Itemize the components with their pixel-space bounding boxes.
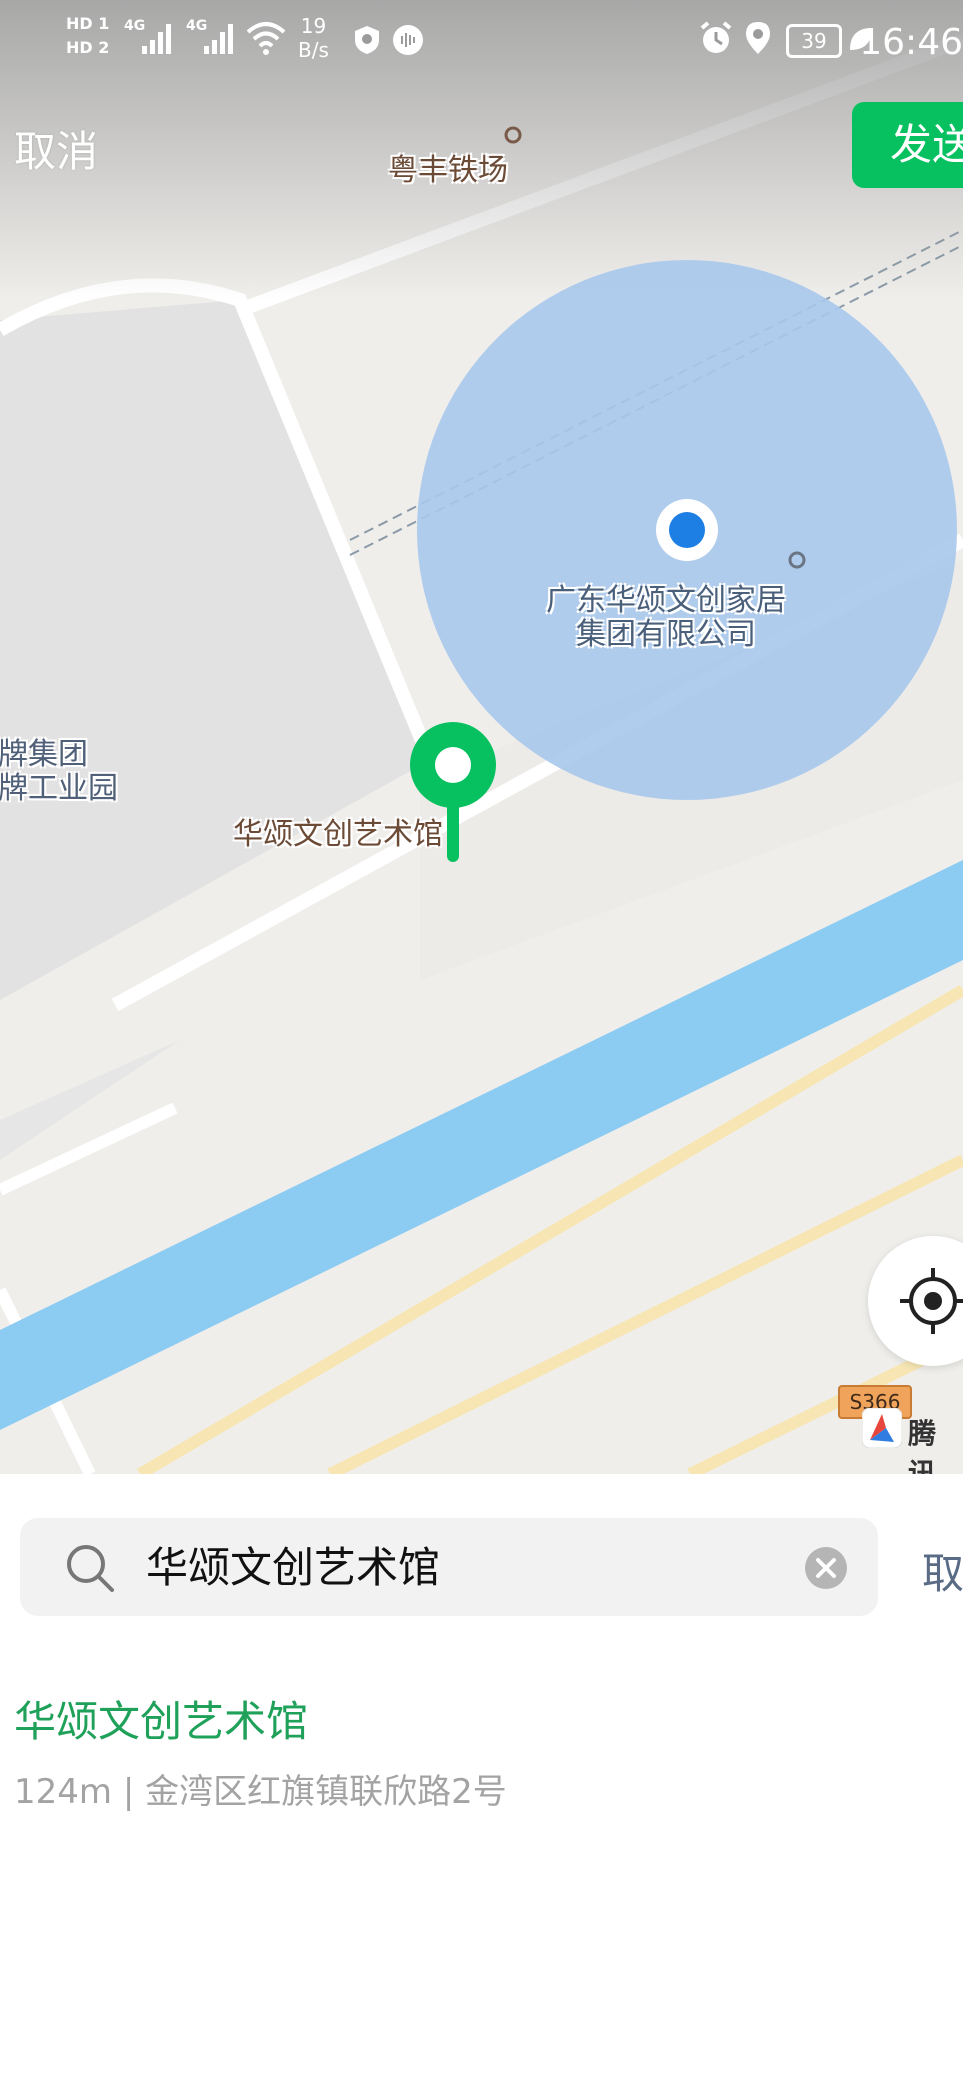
map-label-poi-top: 粤丰铁场 (388, 153, 508, 188)
network-speed-value: 19 (300, 14, 327, 38)
map-view[interactable]: 粤丰铁场 广东华颂文创家居 集团有限公司 牌集团 牌工业园 华颂文创艺术馆 S3… (0, 0, 963, 1474)
crosshair-icon (900, 1268, 963, 1334)
alarm-icon (700, 21, 732, 53)
signal-1-icon (142, 24, 171, 54)
sim1-label: HD 1 (66, 14, 110, 33)
map-label-company-line1: 广东华颂文创家居 (546, 583, 786, 618)
result-subtitle: 124m | 金湾区红旗镇联欣路2号 (14, 1772, 507, 1812)
map-label-selected-poi: 华颂文创艺术馆 (233, 817, 443, 852)
status-bar: HD 1 HD 2 4G 4G 19 B/s 39 16:46 (0, 0, 963, 90)
battery-indicator: 39 (786, 24, 842, 58)
map-label-park-line1: 牌集团 (0, 737, 88, 772)
result-title: 华颂文创艺术馆 (14, 1697, 309, 1746)
clear-icon[interactable] (804, 1546, 848, 1590)
voice-assistant-icon (393, 25, 423, 55)
list-item[interactable]: 华颂文创艺术馆 124m | 金湾区红旗镇联欣路2号 (14, 1696, 954, 1812)
location-icon (746, 22, 770, 54)
map-attribution: 腾讯 (908, 1417, 937, 1474)
search-icon (67, 1545, 114, 1592)
search-bar[interactable]: 华颂文创艺术馆 (20, 1518, 878, 1616)
search-input[interactable]: 华颂文创艺术馆 (146, 1544, 440, 1592)
send-button[interactable]: 发送 (852, 102, 963, 188)
network-speed: 19 B/s (298, 14, 329, 62)
sim2-label: HD 2 (66, 38, 110, 57)
tencent-map-logo-icon (862, 1408, 902, 1448)
cancel-button[interactable]: 取消 (14, 118, 98, 179)
map-label-company-line2: 集团有限公司 (576, 617, 756, 652)
network-speed-unit: B/s (298, 38, 329, 62)
sim-indicator: HD 1 HD 2 (66, 12, 109, 60)
clock: 16:46 (859, 22, 963, 63)
map-label-park: 牌集团 牌工业园 (0, 738, 118, 806)
shield-icon (355, 26, 379, 54)
map-label-park-line2: 牌工业园 (0, 771, 118, 806)
signal-2-icon (204, 24, 233, 54)
map-label-company: 广东华颂文创家居 集团有限公司 (546, 584, 786, 652)
search-cancel-button[interactable]: 取 (922, 1540, 963, 1601)
wifi-icon (246, 22, 286, 55)
